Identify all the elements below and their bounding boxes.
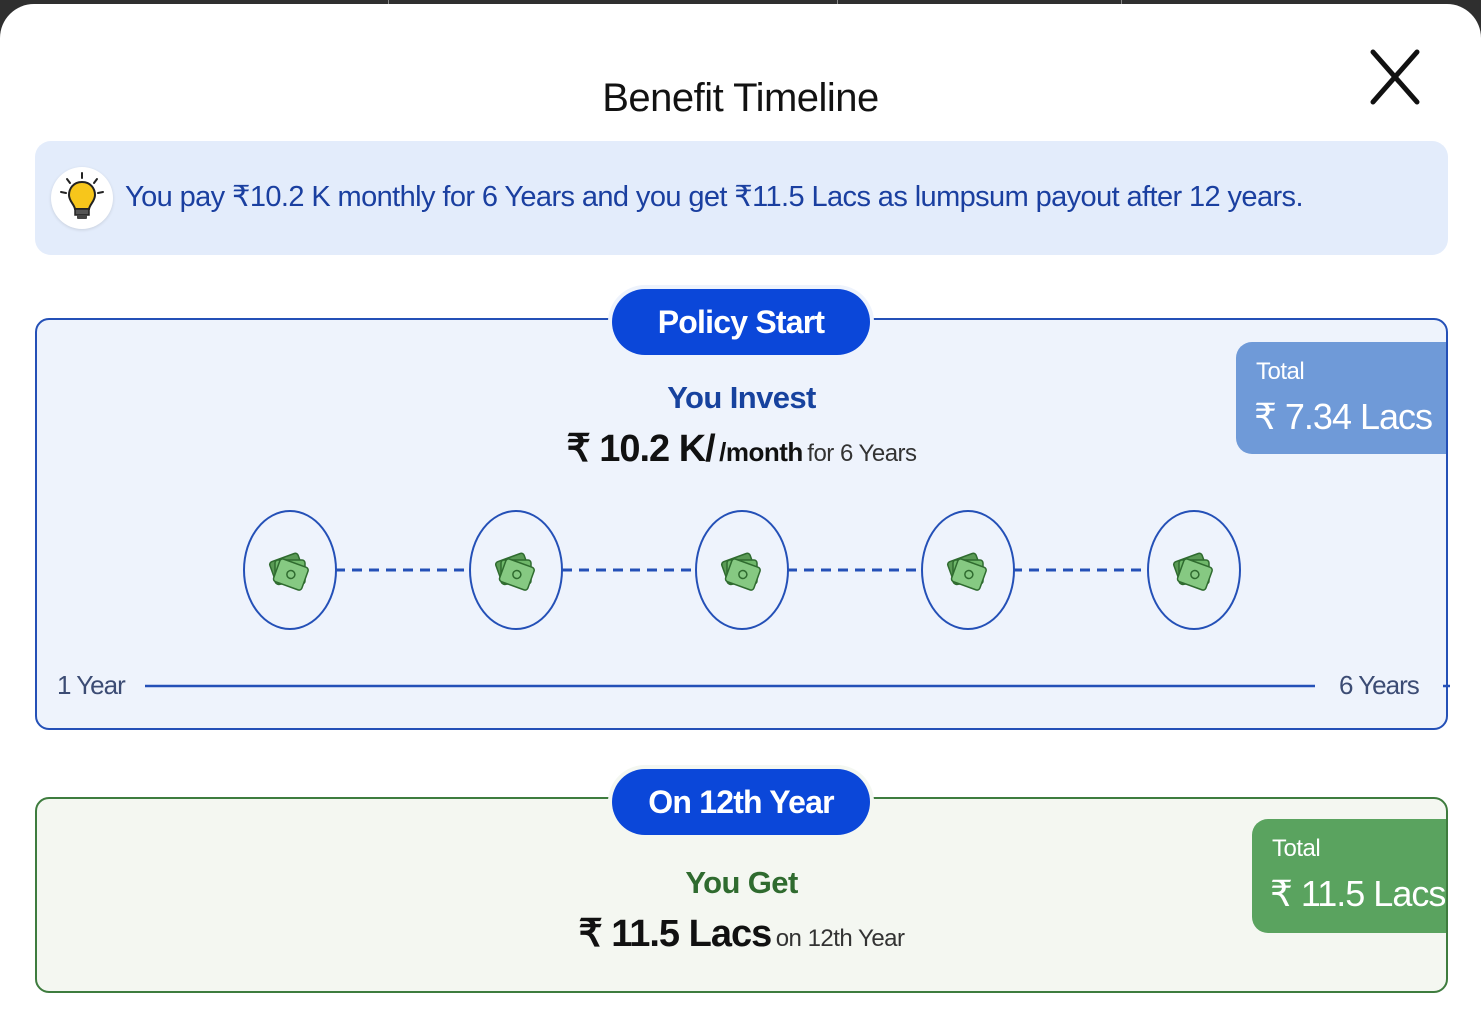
timeline-end-label: 6 Years — [1339, 670, 1420, 700]
payout-amount-line: ₹ 11.5 Lacs on 12th Year — [37, 911, 1446, 956]
timeline-node — [469, 510, 563, 630]
summary-banner: You pay ₹10.2 K monthly for 6 Years and … — [35, 141, 1448, 255]
money-stack-icon — [494, 552, 535, 591]
money-stack-icon — [946, 552, 987, 591]
timeline-node — [921, 510, 1015, 630]
payout-heading: You Get — [685, 865, 798, 900]
money-stack-icon — [720, 552, 761, 591]
policy-start-pill: Policy Start — [612, 289, 870, 355]
lightbulb-icon — [51, 167, 113, 229]
close-button[interactable] — [1365, 46, 1423, 108]
timeline-node — [1147, 510, 1241, 630]
timeline-node — [695, 510, 789, 630]
modal-title: Benefit Timeline — [602, 76, 879, 120]
money-stack-icon — [268, 552, 309, 591]
money-stack-icon — [1172, 552, 1213, 591]
payout-suffix: on 12th Year — [775, 925, 905, 952]
twelfth-year-pill: On 12th Year — [612, 769, 870, 835]
payout-amount: ₹ 11.5 Lacs — [578, 913, 772, 955]
close-icon — [1370, 49, 1420, 105]
timeline-node — [243, 510, 337, 630]
invest-card: Total ₹ 7.34 Lacs You Invest ₹ 10.2 K/ /… — [35, 318, 1450, 732]
payout-total-label: Total — [1272, 835, 1321, 862]
benefit-timeline-modal: Benefit Timeline You pay ₹10.2 K monthly… — [0, 4, 1481, 1013]
timeline-start-label: 1 Year — [57, 670, 126, 700]
summary-text: You pay ₹10.2 K monthly for 6 Years and … — [125, 181, 1304, 213]
payment-timeline: 1 Year 6 Years — [37, 320, 1450, 732]
